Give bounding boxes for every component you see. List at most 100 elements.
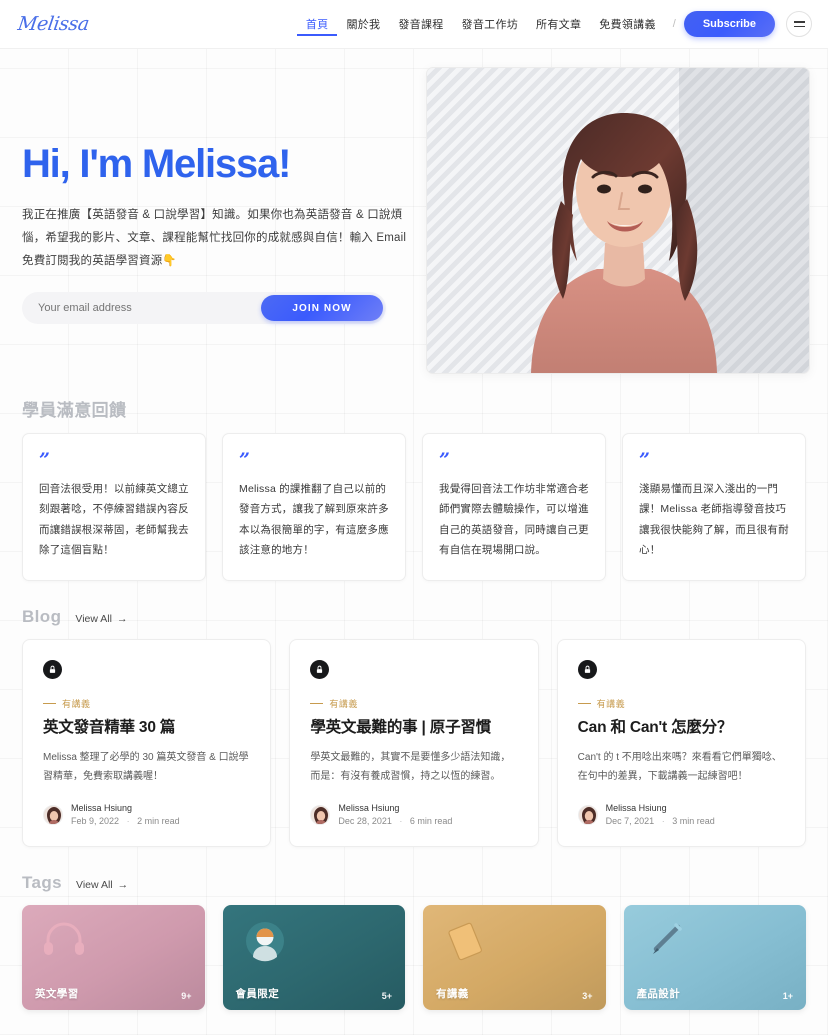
nav-item-free-handout[interactable]: 免費領講義 xyxy=(590,12,665,36)
blog-title: Blog xyxy=(22,606,62,626)
blog-card-tag: 有講義 xyxy=(43,697,250,710)
testimonial-card: ” Melissa 的課推翻了自己以前的發音方式，讓我了解到原來許多本以為很簡單… xyxy=(222,433,406,581)
hero-description: 我正在推廣【英語發音 & 口說學習】知識。如果你也為英語發音 & 口說煩惱，希望… xyxy=(22,209,407,267)
blog-card-readtime: 3 min read xyxy=(672,816,715,827)
tag-card-count: 9+ xyxy=(181,991,192,1002)
testimonial-card: ” 我覺得回音法工作坊非常適合老師們實際去體驗操作，可以增進自己的英語發音，同時… xyxy=(422,433,606,581)
pen-icon xyxy=(652,923,682,955)
avatar xyxy=(310,805,331,826)
nav-item-all-articles[interactable]: 所有文章 xyxy=(527,12,590,36)
tag-card-name: 有講義 xyxy=(436,988,469,1001)
page-title: Hi, I'm Melissa! xyxy=(22,142,291,186)
email-input[interactable] xyxy=(22,302,261,314)
tag-card-count: 1+ xyxy=(782,991,793,1002)
site-header: Melissa 首頁 關於我 發音課程 發音工作坊 所有文章 免費領講義 / S… xyxy=(0,0,828,49)
blog-header: Blog View All → xyxy=(22,607,806,627)
testimonials-header: 學員滿意回饋 xyxy=(22,396,806,421)
tag-dash-icon xyxy=(577,702,591,704)
tag-card[interactable]: 有講義 3+ xyxy=(423,905,606,1011)
lock-icon xyxy=(43,659,62,679)
blog-card-subline: Feb 9, 2022 · 2 min read xyxy=(71,815,180,828)
tag-card-count: 3+ xyxy=(582,991,593,1002)
quote-icon: ” xyxy=(239,449,250,471)
testimonial-card: ” 回音法很受用！以前練英文總立刻跟著唸，不停練習錯誤內容反而讓錯誤根深蒂固，老… xyxy=(22,433,206,581)
blog-card-tag-label: 有講義 xyxy=(596,698,626,709)
tag-card[interactable]: 產品設計 1+ xyxy=(623,905,806,1011)
quote-icon: ” xyxy=(639,449,650,471)
join-now-button[interactable]: JOIN NOW xyxy=(261,295,383,321)
headphones-icon xyxy=(44,922,84,956)
site-logo[interactable]: Melissa xyxy=(16,13,90,35)
tag-card[interactable]: 英文學習 9+ xyxy=(22,905,205,1011)
tags-section: Tags View All → 英文學習 9+ 會員限定 5+ 有講義 3+ 產… xyxy=(0,873,828,1011)
blog-section: Blog View All → 有講義 英文發音精華 30 篇 Melissa … xyxy=(0,607,828,848)
blog-view-all-link[interactable]: View All → xyxy=(75,613,127,627)
blog-card-meta: Melissa Hsiung Feb 9, 2022 · 2 min read xyxy=(43,802,250,828)
quote-icon: ” xyxy=(439,449,450,471)
blog-card-subline: Dec 28, 2021 · 6 min read xyxy=(338,815,452,828)
blog-card-tag: 有講義 xyxy=(577,697,785,710)
lock-icon xyxy=(577,659,597,679)
portrait-photo xyxy=(426,67,810,374)
blog-card-meta-text: Melissa Hsiung Dec 7, 2021 · 3 min read xyxy=(606,802,715,828)
blog-card-tag-label: 有講義 xyxy=(329,698,358,709)
blog-card-meta-text: Melissa Hsiung Dec 28, 2021 · 6 min read xyxy=(338,802,452,828)
tag-card-name: 英文學習 xyxy=(35,988,79,1001)
blog-view-all-label: View All xyxy=(75,612,112,625)
blog-card-date: Dec 7, 2021 xyxy=(605,816,655,827)
blog-card-tag-label: 有講義 xyxy=(62,698,91,709)
blog-card-readtime: 2 min read xyxy=(137,816,180,827)
blog-card-excerpt: Melissa 整理了必學的 30 篇英文發音 & 口說學習精華，免費索取講義喔… xyxy=(43,752,249,782)
testimonial-card: ” 淺顯易懂而且深入淺出的一門課！Melissa 老師指導發音技巧讓我很快能夠了… xyxy=(622,433,806,581)
tag-card-name: 會員限定 xyxy=(235,988,280,1001)
testimonials-title: 學員滿意回饋 xyxy=(22,401,127,420)
email-subscribe-form: JOIN NOW xyxy=(22,292,386,324)
blog-card-author: Melissa Hsiung xyxy=(71,803,133,814)
nav-item-course[interactable]: 發音課程 xyxy=(389,12,452,36)
testimonial-text: Melissa 的課推翻了自己以前的發音方式，讓我了解到原來許多本以為很簡單的字… xyxy=(239,483,389,557)
blog-card-author: Melissa Hsiung xyxy=(338,803,400,814)
blog-card-meta-text: Melissa Hsiung Feb 9, 2022 · 2 min read xyxy=(71,802,180,828)
testimonial-text: 我覺得回音法工作坊非常適合老師們實際去體驗操作，可以增進自己的英語發音，同時讓自… xyxy=(439,483,589,557)
hero-image-column xyxy=(426,67,810,374)
lock-icon xyxy=(310,659,330,679)
blog-card-excerpt: Can't 的 t 不用唸出來嗎？來看看它們單獨唸、在句中的差異，下載講義一起練… xyxy=(577,752,782,782)
blog-card-author: Melissa Hsiung xyxy=(605,803,667,814)
document-icon xyxy=(448,922,482,961)
testimonial-text: 回音法很受用！以前練英文總立刻跟著唸，不停練習錯誤內容反而讓錯誤根深蒂固，老師幫… xyxy=(39,483,189,557)
nav-item-workshop[interactable]: 發音工作坊 xyxy=(453,12,528,36)
tag-card-name: 產品設計 xyxy=(636,988,681,1001)
blog-card-readtime: 6 min read xyxy=(409,816,453,827)
arrow-right-icon: → xyxy=(117,879,129,892)
quote-icon: ” xyxy=(39,449,50,471)
blog-card-excerpt: 學英文最難的，其實不是要懂多少語法知識，而是：有沒有養成習慣，持之以恆的練習。 xyxy=(310,752,511,782)
hamburger-menu-icon[interactable] xyxy=(786,11,812,37)
blog-card-date: Dec 28, 2021 xyxy=(338,816,392,827)
nav-item-home[interactable]: 首頁 xyxy=(296,12,338,36)
blog-card-meta: Melissa Hsiung Dec 28, 2021 · 6 min read xyxy=(310,802,517,828)
tags-view-all-link[interactable]: View All → xyxy=(76,879,128,893)
tags-grid: 英文學習 9+ 會員限定 5+ 有講義 3+ 產品設計 1+ xyxy=(22,905,806,1011)
subscribe-button[interactable]: Subscribe xyxy=(683,11,775,37)
person-avatar-icon xyxy=(245,922,284,962)
main-navigation: 首頁 關於我 發音課程 發音工作坊 所有文章 免費領講義 / Subscribe xyxy=(296,11,812,37)
testimonial-text: 淺顯易懂而且深入淺出的一門課！Melissa 老師指導發音技巧讓我很快能夠了解，… xyxy=(639,483,789,557)
portrait-illustration xyxy=(531,113,717,373)
arrow-right-icon: → xyxy=(116,612,128,625)
blog-card-meta: Melissa Hsiung Dec 7, 2021 · 3 min read xyxy=(577,802,785,828)
nav-item-about[interactable]: 關於我 xyxy=(337,12,389,36)
nav-separator: / xyxy=(672,18,676,30)
tags-title: Tags xyxy=(22,873,63,893)
blog-card-title: 學英文最難的事 | 原子習慣 xyxy=(310,718,491,736)
blog-card-subline: Dec 7, 2021 · 3 min read xyxy=(606,815,715,828)
tag-card-count: 5+ xyxy=(381,991,392,1002)
hero-section: Hi, I'm Melissa! 我正在推廣【英語發音 & 口說學習】知識。如果… xyxy=(0,49,828,374)
blog-card[interactable]: 有講義 Can 和 Can't 怎麼分？ Can't 的 t 不用唸出來嗎？來看… xyxy=(556,638,806,848)
tag-card[interactable]: 會員限定 5+ xyxy=(222,905,405,1011)
meta-separator: · xyxy=(126,816,130,827)
tag-dash-icon xyxy=(43,702,56,704)
tags-header: Tags View All → xyxy=(22,873,806,893)
blog-card[interactable]: 有講義 英文發音精華 30 篇 Melissa 整理了必學的 30 篇英文發音 … xyxy=(22,638,272,848)
blog-card-tag: 有講義 xyxy=(310,697,517,710)
blog-card[interactable]: 有講義 學英文最難的事 | 原子習慣 學英文最難的，其實不是要懂多少語法知識，而… xyxy=(289,638,539,848)
